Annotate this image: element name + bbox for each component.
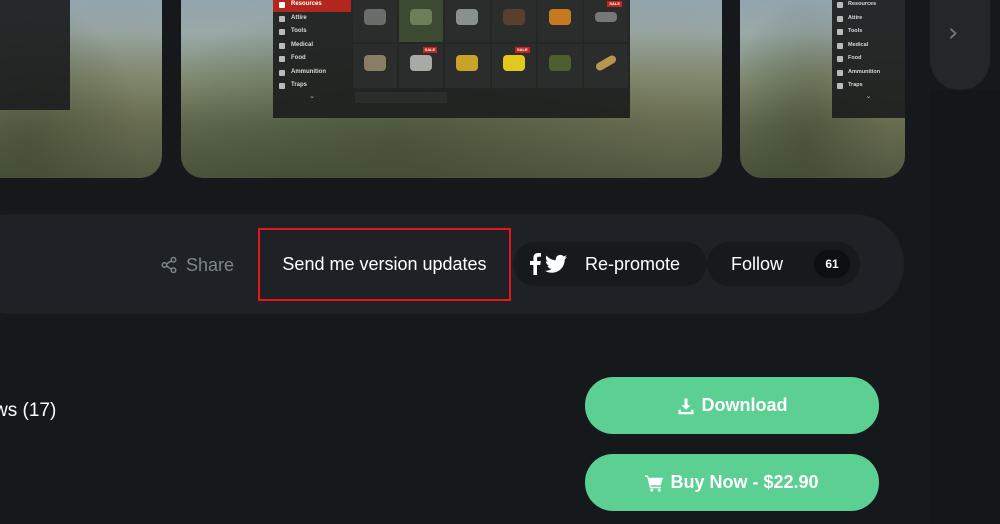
game-category: Medical: [832, 39, 905, 53]
sale-badge: SALE: [514, 47, 530, 53]
send-version-updates-button[interactable]: Send me version updates: [258, 228, 511, 301]
game-category: Ammunition: [273, 66, 351, 80]
buy-now-label: Buy Now - $22.90: [670, 472, 819, 492]
game-item-grid: SALE SALE SALE: [353, 0, 628, 88]
game-item-cell: [583, 44, 628, 88]
game-item-cell: SALE: [399, 44, 444, 88]
screenshot-slide-current[interactable]: Resources Attire Tools Medical Food Ammu…: [181, 0, 722, 178]
game-category: Attire: [273, 12, 351, 26]
game-category: Tools: [832, 25, 905, 39]
buy-now-button[interactable]: Buy Now - $22.90: [585, 454, 879, 511]
chevron-down-icon: ⌄: [309, 92, 315, 100]
game-category: Traps: [273, 79, 351, 93]
game-category: Tools: [273, 25, 351, 39]
share-label: Share: [186, 254, 235, 275]
reviews-tab[interactable]: ws (17): [0, 400, 56, 422]
game-item-cell: [353, 44, 398, 88]
game-item-cell: [445, 44, 490, 88]
sale-badge: SALE: [607, 1, 622, 7]
game-ui-panel: [0, 0, 70, 110]
game-item-cell: SALE: [583, 0, 628, 42]
game-category: Traps: [832, 79, 905, 93]
game-category: Ammunition: [832, 66, 905, 80]
game-category: Food: [832, 52, 905, 66]
facebook-icon: [530, 253, 541, 275]
chevron-down-icon: ⌄: [865, 92, 872, 100]
sale-badge: SALE: [422, 47, 438, 53]
share-icon: [161, 256, 177, 274]
game-item-cell: [445, 0, 490, 42]
game-item-cell: [537, 44, 582, 88]
game-item-cell: SALE: [491, 44, 536, 88]
game-item-cell: [353, 0, 398, 42]
chevron-right-icon: ›: [948, 18, 959, 48]
game-category: Resources: [273, 0, 351, 12]
game-category: Medical: [273, 39, 351, 53]
game-shop-window: Resources Attire Tools Medical Food Ammu…: [273, 0, 630, 118]
screenshot-slide-next[interactable]: Resources Attire Tools Medical Food Ammu…: [740, 0, 905, 178]
game-balance: [355, 92, 447, 103]
game-category: Attire: [832, 12, 905, 26]
shopping-cart-icon: [645, 475, 664, 492]
page: Resources Attire Tools Medical Food Ammu…: [0, 0, 1000, 524]
follower-count-badge: 61: [814, 250, 850, 278]
game-category-list: Resources Attire Tools Medical Food Ammu…: [273, 0, 351, 110]
game-item-cell: [537, 0, 582, 42]
re-promote-button[interactable]: Re-promote: [513, 242, 707, 286]
carousel-next-button[interactable]: ›: [930, 0, 990, 90]
game-item-cell: [399, 0, 444, 42]
download-label: Download: [701, 395, 788, 415]
follow-button[interactable]: Follow 61: [707, 242, 860, 286]
follow-label: Follow: [731, 253, 784, 274]
game-category: Food: [273, 52, 351, 66]
game-category-list: Resources Attire Tools Medical Food Ammu…: [832, 0, 905, 118]
right-sidebar-strip: [930, 90, 1000, 524]
game-category: Resources: [832, 0, 905, 12]
screenshot-slide-previous[interactable]: [0, 0, 162, 178]
game-item-cell: [491, 0, 536, 42]
download-button[interactable]: Download: [585, 377, 879, 434]
twitter-icon: [545, 254, 567, 273]
download-icon: [678, 398, 693, 414]
share-button[interactable]: Share: [160, 255, 234, 275]
re-promote-label: Re-promote: [585, 253, 681, 274]
